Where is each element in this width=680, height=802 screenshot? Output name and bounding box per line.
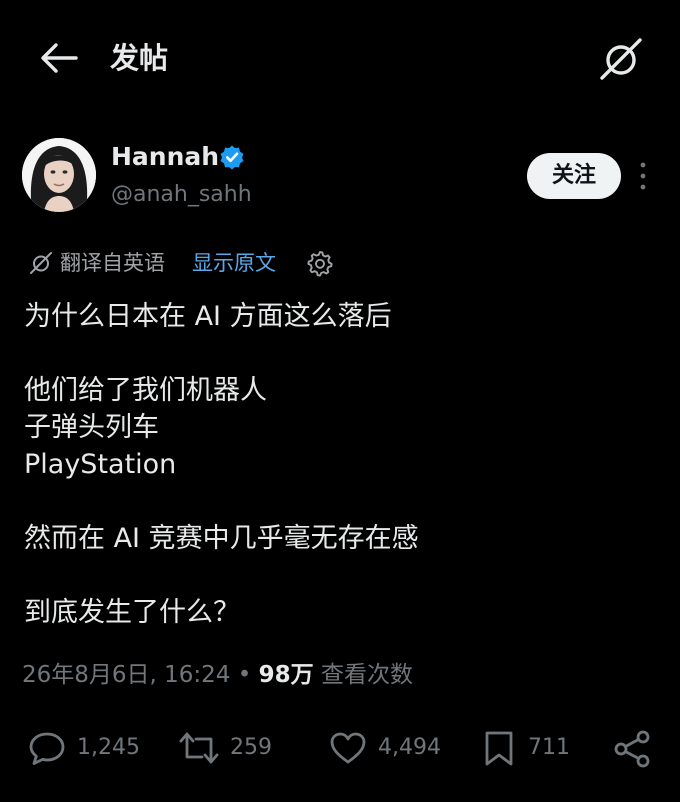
translation-bar: 翻译自英语 显示原文: [28, 246, 388, 280]
tweet-line: 然而在 AI 竞赛中几乎毫无存在感: [24, 523, 419, 554]
tweet-meta: 26年8月6日, 16:24 • 98万 查看次数: [22, 658, 413, 692]
tweet-text: 为什么日本在 AI 方面这么落后 他们给了我们机器人 子弹头列车 PlaySta…: [24, 298, 654, 631]
views-count: 98万: [258, 662, 314, 688]
tweet-line: 子弹头列车: [24, 412, 159, 443]
timestamp[interactable]: 26年8月6日, 16:24: [22, 662, 230, 688]
arrow-left-icon: [41, 43, 78, 73]
page-title: 发帖: [110, 41, 169, 75]
tweet-line: 为什么日本在 AI 方面这么落后: [24, 301, 392, 332]
bookmark-button[interactable]: 711: [482, 728, 572, 768]
more-vertical-icon: [640, 162, 646, 190]
action-bar: 1,245 259 4,494 711: [0, 722, 680, 776]
share-icon: [614, 730, 650, 768]
share-button[interactable]: [612, 728, 654, 768]
like-count: 4,494: [378, 735, 441, 760]
avatar-image: [22, 138, 96, 212]
avatar[interactable]: [22, 138, 96, 212]
bookmark-icon: [485, 731, 513, 766]
top-bar: 发帖: [0, 0, 680, 118]
grok-button[interactable]: [596, 34, 646, 84]
display-name[interactable]: Hannah: [111, 142, 219, 172]
reply-icon: [29, 732, 65, 765]
heart-icon: [330, 732, 366, 764]
reply-count: 1,245: [77, 735, 140, 760]
tweet-line: 他们给了我们机器人: [24, 375, 267, 406]
translation-label: 翻译自英语: [60, 251, 165, 275]
show-original-link[interactable]: 显示原文: [192, 248, 276, 278]
gear-icon[interactable]: [306, 249, 334, 277]
bookmark-count: 711: [528, 735, 570, 760]
grok-icon: [600, 38, 642, 80]
follow-button[interactable]: 关注: [527, 153, 621, 199]
repost-icon: [179, 732, 219, 764]
meta-separator: •: [230, 662, 259, 688]
author-row: Hannah @anah_sahh 关注: [0, 132, 680, 224]
more-options-button[interactable]: [633, 158, 653, 194]
like-button[interactable]: 4,494: [329, 728, 451, 768]
repost-count: 259: [230, 735, 272, 760]
tweet-line: PlayStation: [24, 449, 177, 480]
back-button[interactable]: [36, 38, 82, 78]
user-handle[interactable]: @anah_sahh: [111, 181, 252, 209]
tweet-line: 到底发生了什么？: [24, 597, 240, 628]
views-label: 查看次数: [313, 662, 413, 688]
repost-button[interactable]: 259: [176, 728, 276, 768]
reply-button[interactable]: 1,245: [28, 728, 148, 768]
grok-translate-icon: [30, 252, 52, 274]
verified-badge-icon: [220, 145, 244, 170]
